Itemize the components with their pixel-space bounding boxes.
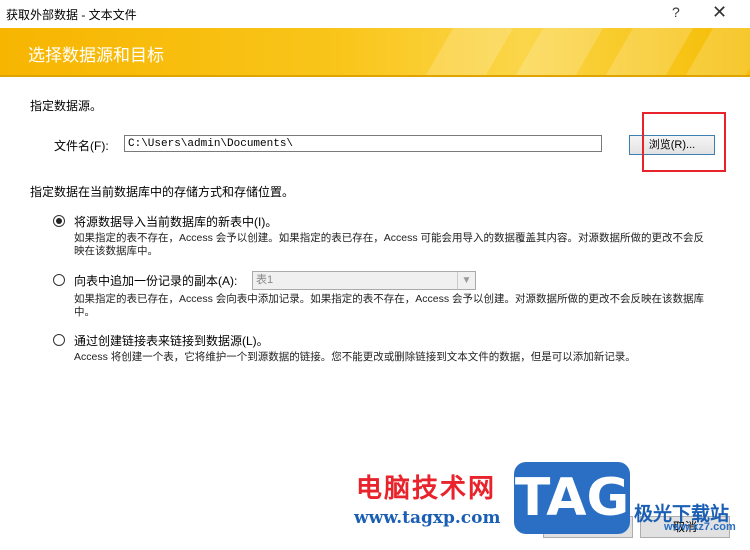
link-option-label[interactable]: 通过创建链接表来链接到数据源(L)。 bbox=[74, 332, 269, 349]
link-option-desc: Access 将创建一个表，它将维护一个到源数据的链接。您不能更改或删除链接到文… bbox=[74, 351, 636, 363]
watermark-tag-logo: TAG bbox=[514, 462, 630, 534]
chevron-down-icon: ▼ bbox=[457, 272, 475, 289]
close-button[interactable]: ✕ bbox=[712, 2, 727, 23]
banner-divider bbox=[0, 75, 750, 77]
import-option-desc: 如果指定的表不存在，Access 会予以创建。如果指定的表已存在，Access … bbox=[74, 232, 705, 257]
window-title: 获取外部数据 - 文本文件 bbox=[6, 8, 137, 22]
help-button[interactable]: ? bbox=[672, 4, 680, 20]
storage-label: 指定数据在当前数据库中的存储方式和存储位置。 bbox=[30, 185, 295, 199]
highlight-box bbox=[642, 112, 726, 172]
import-radio[interactable] bbox=[53, 215, 65, 227]
append-radio[interactable] bbox=[53, 274, 65, 286]
table-select-value: 表1 bbox=[256, 274, 274, 286]
watermark-url: www.tagxp.com bbox=[354, 508, 501, 528]
append-option-desc: 如果指定的表已存在，Access 会向表中添加记录。如果指定的表不存在，Acce… bbox=[74, 293, 705, 318]
append-option-label[interactable]: 向表中追加一份记录的副本(A): bbox=[74, 272, 237, 289]
import-option-label[interactable]: 将源数据导入当前数据库的新表中(I)。 bbox=[74, 213, 277, 230]
watermark-site-url: www.xz7.com bbox=[664, 521, 736, 533]
source-label: 指定数据源。 bbox=[30, 99, 103, 113]
title-bar: 获取外部数据 - 文本文件 ? ✕ bbox=[0, 0, 750, 28]
table-select[interactable]: 表1 ▼ bbox=[252, 271, 476, 290]
file-name-label: 文件名(F): bbox=[54, 139, 109, 153]
link-radio[interactable] bbox=[53, 334, 65, 346]
banner-title: 选择数据源和目标 bbox=[28, 46, 164, 65]
file-name-input[interactable]: C:\Users\admin\Documents\ bbox=[124, 135, 602, 152]
wizard-banner: 选择数据源和目标 bbox=[0, 28, 750, 75]
watermark-cn: 电脑技术网 bbox=[356, 473, 497, 503]
